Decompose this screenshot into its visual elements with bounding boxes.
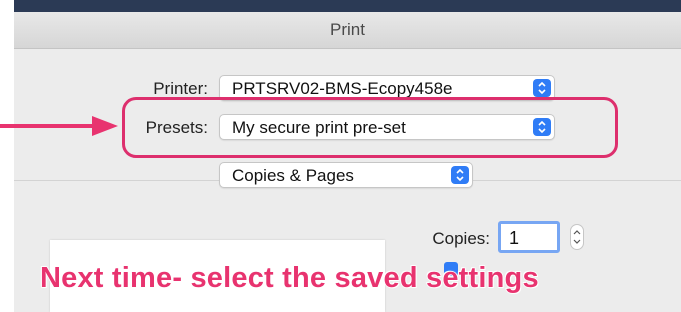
window-title: Print — [14, 12, 681, 49]
section-select[interactable]: Copies & Pages — [219, 162, 473, 188]
stepper-icon[interactable] — [570, 224, 584, 250]
chevron-updown-icon — [533, 79, 551, 97]
presets-highlight — [122, 97, 618, 158]
background-band — [14, 0, 681, 12]
chevron-updown-icon — [451, 166, 469, 184]
section-value: Copies & Pages — [232, 166, 354, 185]
copies-label: Copies: — [432, 229, 490, 248]
annotation-caption: Next time- select the saved settings — [39, 261, 539, 295]
copies-input[interactable]: 1 — [498, 221, 560, 253]
printer-value: PRTSRV02-BMS-Ecopy458e — [232, 79, 453, 98]
arrow-icon — [0, 116, 118, 136]
printer-label: Printer: — [153, 79, 208, 98]
